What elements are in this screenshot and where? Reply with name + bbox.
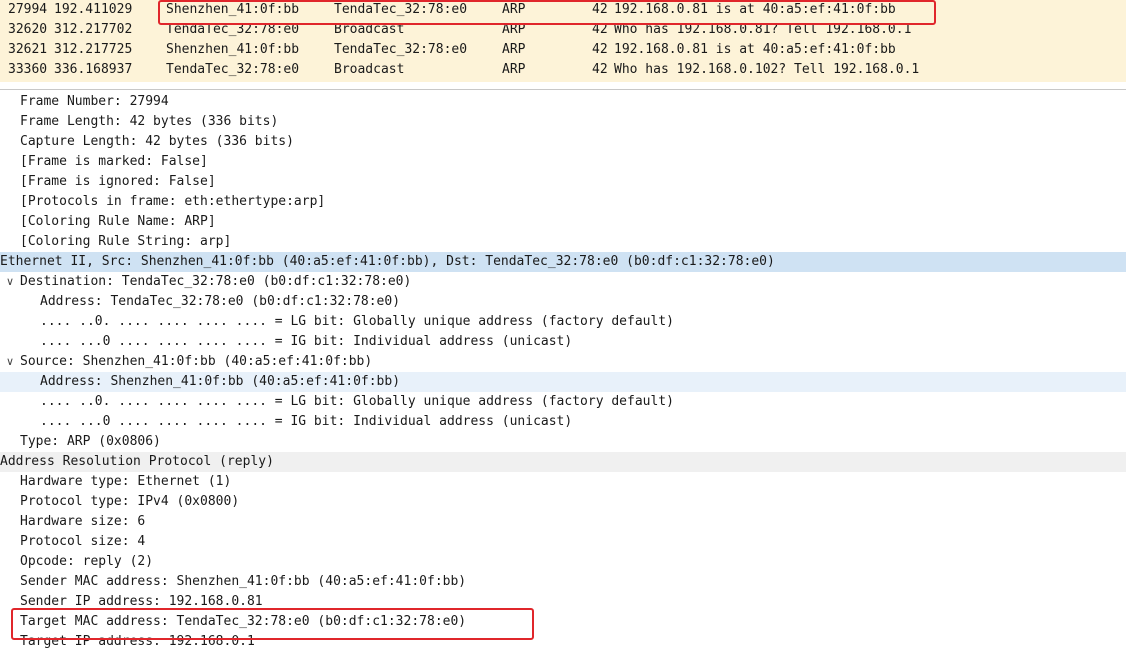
field-text: [Frame is marked: False] xyxy=(20,154,208,169)
field-text: Protocol size: 4 xyxy=(20,534,146,549)
field-text: .... ..0. .... .... .... .... = LG bit: … xyxy=(40,394,674,409)
field-text: Source: Shenzhen_41:0f:bb (40:a5:ef:41:0… xyxy=(20,354,373,369)
tree-item[interactable]: [Coloring Rule String: arp] xyxy=(0,232,1126,252)
tree-item[interactable]: Address: TendaTec_32:78:e0 (b0:df:c1:32:… xyxy=(0,292,1126,312)
field-text: Address: TendaTec_32:78:e0 (b0:df:c1:32:… xyxy=(40,294,401,309)
tree-item-source[interactable]: ∨ Source: Shenzhen_41:0f:bb (40:a5:ef:41… xyxy=(0,352,1126,372)
field-text: Address: Shenzhen_41:0f:bb (40:a5:ef:41:… xyxy=(40,374,401,389)
field-text: [Coloring Rule Name: ARP] xyxy=(20,214,216,229)
packet-no: 32621 xyxy=(8,42,48,57)
chevron-down-icon[interactable]: ∨ xyxy=(4,272,16,292)
tree-item[interactable]: .... ...0 .... .... .... .... = IG bit: … xyxy=(0,412,1126,432)
packet-time: 336.168937 xyxy=(54,62,133,77)
packet-source: Shenzhen_41:0f:bb xyxy=(166,42,300,57)
field-text: [Coloring Rule String: arp] xyxy=(20,234,232,249)
tree-item[interactable]: Address: Shenzhen_41:0f:bb (40:a5:ef:41:… xyxy=(0,372,1126,392)
tree-item[interactable]: [Frame is marked: False] xyxy=(0,152,1126,172)
tree-item[interactable]: Capture Length: 42 bytes (336 bits) xyxy=(0,132,1126,152)
field-text: Hardware size: 6 xyxy=(20,514,146,529)
field-text: Protocol type: IPv4 (0x0800) xyxy=(20,494,240,509)
tree-item[interactable]: Target MAC address: TendaTec_32:78:e0 (b… xyxy=(0,612,1126,632)
field-text: Frame Number: 27994 xyxy=(20,94,169,109)
packet-source: TendaTec_32:78:e0 xyxy=(166,22,300,37)
packet-time: 192.411029 xyxy=(54,2,133,17)
tree-section-arp[interactable]: Address Resolution Protocol (reply) xyxy=(0,452,1126,472)
packet-row[interactable]: 32621 312.217725 Shenzhen_41:0f:bb Tenda… xyxy=(0,40,1126,60)
tree-item[interactable]: [Coloring Rule Name: ARP] xyxy=(0,212,1126,232)
packet-no: 27994 xyxy=(8,2,48,17)
tree-item[interactable]: .... ..0. .... .... .... .... = LG bit: … xyxy=(0,312,1126,332)
tree-item[interactable]: Hardware type: Ethernet (1) xyxy=(0,472,1126,492)
tree-item[interactable]: Frame Number: 27994 xyxy=(0,92,1126,112)
tree-item[interactable]: Sender IP address: 192.168.0.81 xyxy=(0,592,1126,612)
field-text: .... ..0. .... .... .... .... = LG bit: … xyxy=(40,314,674,329)
field-text: Destination: TendaTec_32:78:e0 (b0:df:c1… xyxy=(20,274,412,289)
chevron-down-icon[interactable]: ∨ xyxy=(4,352,16,372)
packet-info: 192.168.0.81 is at 40:a5:ef:41:0f:bb xyxy=(614,42,896,57)
packet-protocol: ARP xyxy=(502,22,526,37)
pane-divider xyxy=(0,89,1126,90)
packet-no: 32620 xyxy=(8,22,48,37)
packet-length: 42 xyxy=(592,42,608,57)
packet-info: 192.168.0.81 is at 40:a5:ef:41:0f:bb xyxy=(614,2,896,17)
tree-item[interactable]: Protocol type: IPv4 (0x0800) xyxy=(0,492,1126,512)
field-text: Target IP address: 192.168.0.1 xyxy=(20,634,255,649)
packet-time: 312.217702 xyxy=(54,22,133,37)
packet-source: Shenzhen_41:0f:bb xyxy=(166,2,300,17)
packet-source: TendaTec_32:78:e0 xyxy=(166,62,300,77)
tree-item[interactable]: .... ..0. .... .... .... .... = LG bit: … xyxy=(0,392,1126,412)
packet-list: 27994 192.411029 Shenzhen_41:0f:bb Tenda… xyxy=(0,0,1126,82)
tree-item[interactable]: [Protocols in frame: eth:ethertype:arp] xyxy=(0,192,1126,212)
field-text: .... ...0 .... .... .... .... = IG bit: … xyxy=(40,414,573,429)
tree-item[interactable]: Sender MAC address: Shenzhen_41:0f:bb (4… xyxy=(0,572,1126,592)
tree-item[interactable]: .... ...0 .... .... .... .... = IG bit: … xyxy=(0,332,1126,352)
field-text: Capture Length: 42 bytes (336 bits) xyxy=(20,134,294,149)
section-text: Ethernet II, Src: Shenzhen_41:0f:bb (40:… xyxy=(0,254,775,269)
packet-row[interactable]: 27994 192.411029 Shenzhen_41:0f:bb Tenda… xyxy=(0,0,1126,20)
field-text: [Frame is ignored: False] xyxy=(20,174,216,189)
field-text: [Protocols in frame: eth:ethertype:arp] xyxy=(20,194,326,209)
tree-item-destination[interactable]: ∨ Destination: TendaTec_32:78:e0 (b0:df:… xyxy=(0,272,1126,292)
packet-destination: TendaTec_32:78:e0 xyxy=(334,42,468,57)
tree-item[interactable]: Target IP address: 192.168.0.1 xyxy=(0,632,1126,652)
packet-row[interactable]: 33360 336.168937 TendaTec_32:78:e0 Broad… xyxy=(0,60,1126,80)
tree-item[interactable]: Protocol size: 4 xyxy=(0,532,1126,552)
packet-time: 312.217725 xyxy=(54,42,133,57)
field-text: Target MAC address: TendaTec_32:78:e0 (b… xyxy=(20,614,467,629)
field-text: Opcode: reply (2) xyxy=(20,554,154,569)
section-text: Address Resolution Protocol (reply) xyxy=(0,454,274,469)
field-text: Sender IP address: 192.168.0.81 xyxy=(20,594,263,609)
packet-protocol: ARP xyxy=(502,42,526,57)
tree-item[interactable]: Opcode: reply (2) xyxy=(0,552,1126,572)
tree-item[interactable]: Hardware size: 6 xyxy=(0,512,1126,532)
packet-destination: TendaTec_32:78:e0 xyxy=(334,2,468,17)
packet-destination: Broadcast xyxy=(334,62,405,77)
tree-item[interactable]: [Frame is ignored: False] xyxy=(0,172,1126,192)
packet-no: 33360 xyxy=(8,62,48,77)
packet-length: 42 xyxy=(592,2,608,17)
packet-info: Who has 192.168.0.102? Tell 192.168.0.1 xyxy=(614,62,920,77)
field-text: Hardware type: Ethernet (1) xyxy=(20,474,232,489)
packet-length: 42 xyxy=(592,22,608,37)
tree-item[interactable]: Frame Length: 42 bytes (336 bits) xyxy=(0,112,1126,132)
field-text: Sender MAC address: Shenzhen_41:0f:bb (4… xyxy=(20,574,467,589)
tree-item[interactable]: Type: ARP (0x0806) xyxy=(0,432,1126,452)
field-text: Frame Length: 42 bytes (336 bits) xyxy=(20,114,279,129)
tree-section-ethernet[interactable]: Ethernet II, Src: Shenzhen_41:0f:bb (40:… xyxy=(0,252,1126,272)
packet-row[interactable]: 32620 312.217702 TendaTec_32:78:e0 Broad… xyxy=(0,20,1126,40)
packet-protocol: ARP xyxy=(502,62,526,77)
packet-destination: Broadcast xyxy=(334,22,405,37)
packet-length: 42 xyxy=(592,62,608,77)
field-text: .... ...0 .... .... .... .... = IG bit: … xyxy=(40,334,573,349)
packet-protocol: ARP xyxy=(502,2,526,17)
field-text: Type: ARP (0x0806) xyxy=(20,434,161,449)
packet-info: Who has 192.168.0.81? Tell 192.168.0.1 xyxy=(614,22,912,37)
